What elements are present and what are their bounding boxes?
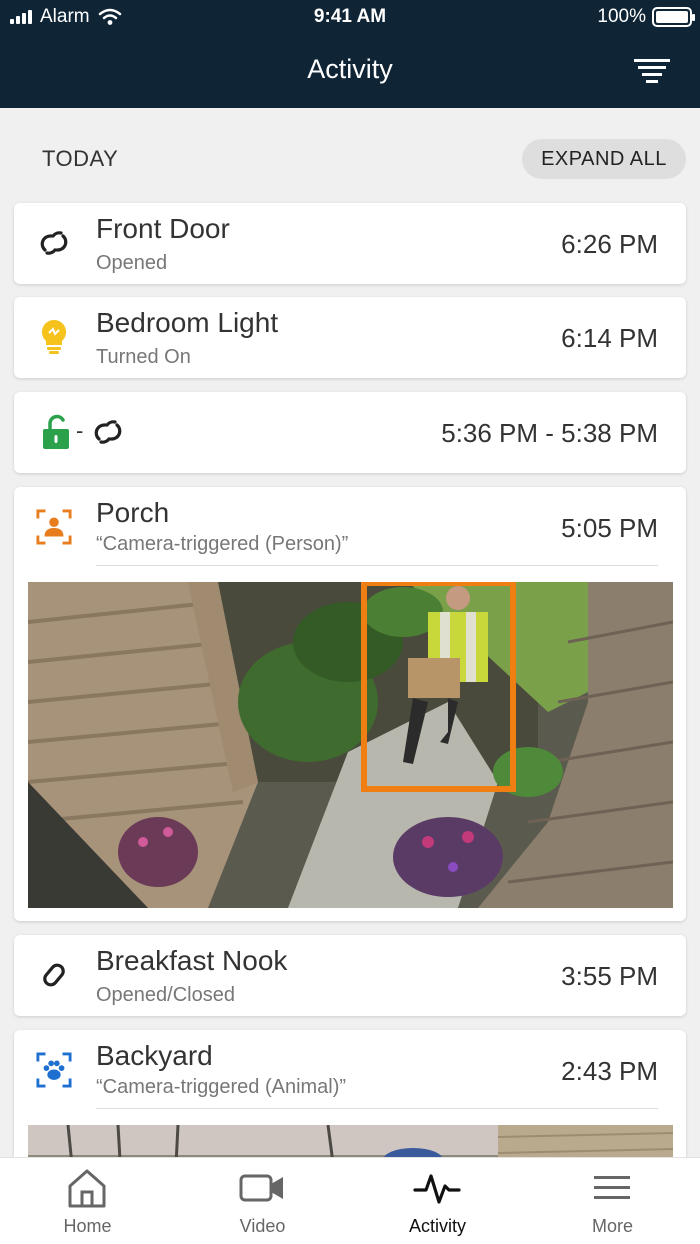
event-separator: -	[76, 418, 84, 443]
event-card-front-door[interactable]: Front Door Opened 6:26 PM	[14, 203, 686, 284]
status-time: 9:41 AM	[313, 6, 387, 27]
filter-icon[interactable]	[634, 58, 670, 84]
event-time: 5:36 PM - 5:38 PM	[441, 418, 658, 448]
event-time: 6:26 PM	[561, 229, 658, 259]
tab-activity[interactable]: Activity	[350, 1158, 525, 1244]
video-icon	[239, 1174, 283, 1202]
porch-camera-snapshot[interactable]	[28, 582, 673, 908]
section-title: TODAY	[42, 146, 119, 171]
event-name: Porch	[96, 497, 170, 528]
event-detail: Turned On	[96, 346, 191, 368]
home-icon	[68, 1169, 106, 1208]
status-bar: Alarm 9:41 AM 100%	[0, 0, 700, 34]
paw-detect-icon	[36, 1050, 72, 1090]
event-name: Backyard	[96, 1040, 213, 1071]
event-card-lock-range[interactable]: - 5:36 PM - 5:38 PM	[14, 392, 686, 473]
event-name: Front Door	[96, 213, 230, 244]
event-card-breakfast-nook[interactable]: Breakfast Nook Opened/Closed 3:55 PM	[14, 935, 686, 1016]
tab-label: Video	[239, 1216, 286, 1236]
card-divider	[96, 565, 658, 566]
event-detail: “Camera-triggered (Animal)”	[96, 1076, 347, 1098]
app-header: Alarm 9:41 AM 100% Activity	[0, 0, 700, 108]
link-open-icon	[36, 223, 72, 263]
link-open-icon	[90, 412, 126, 452]
tab-bar: Home Video Activity More	[0, 1157, 700, 1244]
event-card-porch[interactable]: Porch “Camera-triggered (Person)” 5:05 P…	[14, 487, 686, 921]
event-detail: Opened/Closed	[96, 984, 235, 1006]
event-card-bedroom-light[interactable]: Bedroom Light Turned On 6:14 PM	[14, 297, 686, 378]
event-time: 3:55 PM	[561, 961, 658, 991]
card-divider	[96, 1108, 658, 1109]
event-time: 5:05 PM	[561, 513, 658, 543]
event-name: Bedroom Light	[96, 307, 279, 338]
event-detail: Opened	[96, 252, 168, 274]
page-title: Activity	[307, 54, 393, 84]
event-name: Breakfast Nook	[96, 945, 288, 976]
tab-video[interactable]: Video	[175, 1158, 350, 1244]
person-detect-icon	[36, 507, 72, 547]
activity-icon	[413, 1174, 461, 1204]
event-time: 2:43 PM	[561, 1056, 658, 1086]
battery-percent: 100%	[597, 6, 646, 27]
event-time: 6:14 PM	[561, 323, 658, 353]
battery-icon	[652, 7, 695, 27]
expand-all-button[interactable]: EXPAND ALL	[522, 139, 686, 179]
event-detail: “Camera-triggered (Person)”	[96, 533, 349, 555]
tab-label: Activity	[408, 1216, 466, 1236]
tab-label: Home	[63, 1216, 112, 1236]
tab-more[interactable]: More	[525, 1158, 700, 1244]
lightbulb-icon	[36, 317, 72, 357]
unlock-icon	[38, 412, 74, 452]
menu-icon	[594, 1176, 630, 1199]
tab-home[interactable]: Home	[0, 1158, 175, 1244]
link-closed-icon	[36, 955, 72, 995]
tab-label: More	[591, 1216, 633, 1236]
